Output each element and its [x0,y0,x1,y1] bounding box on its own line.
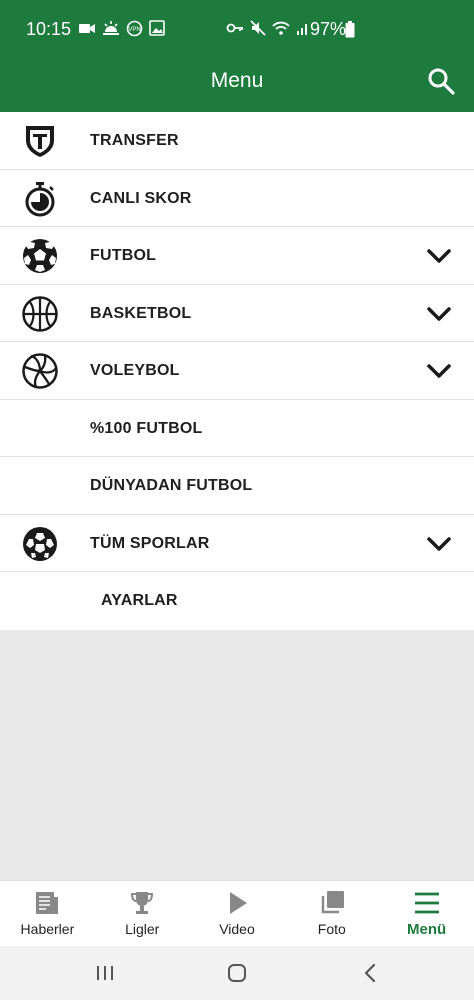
soccer-ball-icon [23,239,57,273]
search-icon[interactable] [426,66,456,96]
video-call-icon [79,24,95,33]
app-header: 10:15 VPN 97% Menu [0,0,474,112]
signal-icon [297,24,307,35]
battery-percent: 97% [310,19,347,39]
menu-item-yuzde-100-futbol[interactable]: %100 FUTBOL [0,400,474,457]
menu-item-futbol[interactable]: FUTBOL [0,227,474,285]
transfer-shield-icon [26,126,54,157]
nav-label: Foto [317,921,346,937]
trophy-icon [131,892,154,914]
nav-tab-menu[interactable]: Menü [379,881,474,946]
status-bar: 10:15 VPN 97% [0,0,474,58]
menu-label: BASKETBOL [90,304,192,322]
nav-label: Ligler [125,921,160,937]
nav-tab-foto[interactable]: Foto [284,881,379,946]
menu-label: AYARLAR [101,592,178,609]
menu-label: DÜNYADAN FUTBOL [90,477,253,494]
menu-item-transfer[interactable]: TRANSFER [0,112,474,170]
wifi-icon [272,21,290,35]
menu-list: TRANSFER CANLI SKOR FUTBOL BASKETBOL VOL… [0,112,474,630]
stopwatch-icon [25,181,55,216]
volleyball-icon [22,353,58,389]
bottom-navigation: Haberler Ligler Video Foto Menü [0,880,474,946]
recents-icon[interactable] [92,960,118,986]
basketball-icon [22,295,58,332]
nav-label: Menü [407,921,447,938]
system-navigation-bar [0,946,474,1000]
menu-item-dunyadan-futbol[interactable]: DÜNYADAN FUTBOL [0,457,474,515]
chevron-down-icon[interactable] [426,245,452,267]
nav-tab-haberler[interactable]: Haberler [0,881,95,946]
chevron-down-icon[interactable] [426,303,452,325]
news-icon [36,892,59,914]
status-system-icons [226,20,310,36]
menu-label: VOLEYBOL [90,362,180,379]
photos-icon [321,891,344,914]
chevron-down-icon[interactable] [426,360,452,382]
nav-label: Video [219,921,255,937]
menu-item-canli-skor[interactable]: CANLI SKOR [0,170,474,227]
menu-item-ayarlar[interactable]: AYARLAR [0,572,474,630]
battery-icon [345,21,355,38]
handball-icon [23,526,57,561]
chevron-down-icon[interactable] [426,533,452,555]
nav-tab-video[interactable]: Video [190,881,285,946]
menu-label: %100 FUTBOL [90,419,203,437]
menu-label: CANLI SKOR [90,189,192,207]
nav-label: Haberler [20,921,75,937]
home-icon[interactable] [224,960,250,986]
vpn-icon: VPN [126,20,143,37]
status-notification-icons: VPN [78,20,165,37]
image-icon [149,20,165,36]
mute-icon [250,20,266,36]
sunrise-icon [103,21,119,35]
key-icon [226,23,243,33]
status-time: 10:15 [26,19,72,39]
back-icon[interactable] [358,960,384,986]
page-title: Menu [210,69,264,92]
menu-label: TRANSFER [90,132,179,149]
menu-item-voleybol[interactable]: VOLEYBOL [0,342,474,400]
nav-tab-ligler[interactable]: Ligler [95,881,190,946]
menu-label: TÜM SPORLAR [90,534,210,552]
menu-item-basketbol[interactable]: BASKETBOL [0,285,474,342]
svg-text:VPN: VPN [128,27,140,33]
menu-label: FUTBOL [90,247,157,264]
menu-item-tum-sporlar[interactable]: TÜM SPORLAR [0,515,474,572]
play-icon [229,892,247,914]
hamburger-icon [414,892,439,914]
